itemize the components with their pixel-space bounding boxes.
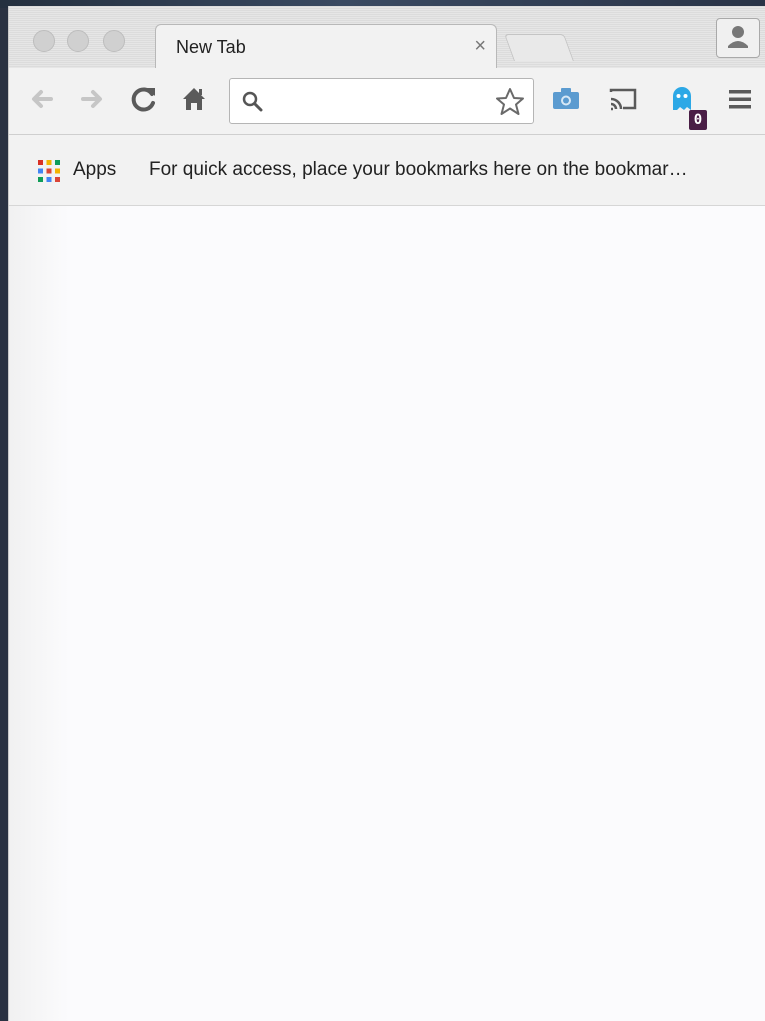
close-window-button[interactable] [33, 30, 55, 52]
apps-shortcut[interactable]: Apps [73, 159, 116, 181]
cast-icon[interactable] [605, 82, 639, 116]
tab-new-tab[interactable]: New Tab × [155, 24, 497, 70]
browser-window: New Tab × 0 Apps For quick access, place… [8, 6, 765, 1021]
new-tab-button[interactable] [504, 34, 574, 61]
content-edge-shade [9, 206, 69, 1021]
address-input[interactable] [272, 85, 496, 119]
home-icon[interactable] [177, 82, 211, 116]
tab-close-icon[interactable]: × [474, 35, 486, 57]
toolbar: 0 [9, 68, 765, 135]
bookmark-star-icon[interactable] [493, 85, 527, 119]
menu-icon[interactable] [723, 82, 757, 116]
tab-title: New Tab [176, 37, 246, 57]
apps-grid-icon[interactable] [37, 159, 61, 183]
zoom-window-button[interactable] [103, 30, 125, 52]
camera-icon[interactable] [549, 82, 583, 116]
forward-arrow-icon[interactable] [75, 82, 109, 116]
search-icon [242, 91, 263, 112]
bookmarks-hint-text: For quick access, place your bookmarks h… [149, 159, 688, 180]
page-content [9, 206, 765, 1021]
omnibox[interactable] [229, 78, 534, 124]
profile-button[interactable] [716, 18, 760, 58]
bookmarks-bar: Apps For quick access, place your bookma… [9, 135, 765, 206]
tab-strip: New Tab × [9, 6, 765, 70]
reload-icon[interactable] [127, 82, 161, 116]
person-icon [728, 26, 748, 48]
back-arrow-icon[interactable] [25, 82, 59, 116]
minimize-window-button[interactable] [67, 30, 89, 52]
extension-count-badge: 0 [689, 110, 707, 130]
